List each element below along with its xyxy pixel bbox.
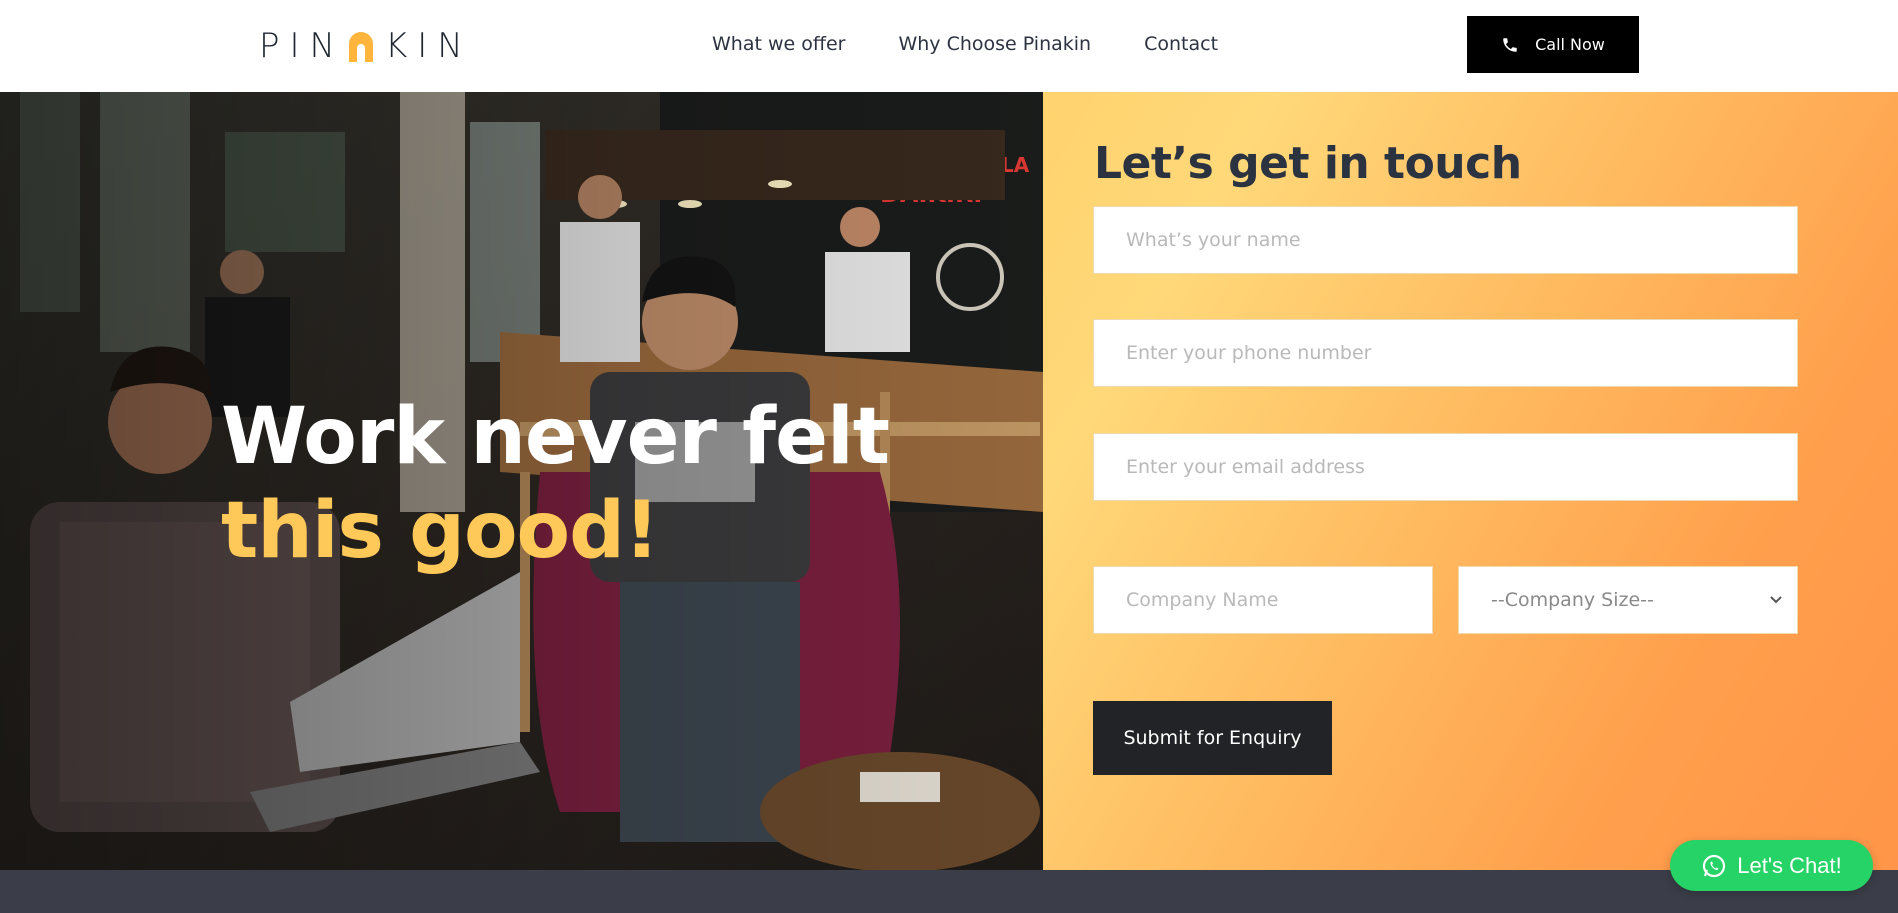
nav-why-choose-pinakin[interactable]: Why Choose Pinakin: [898, 30, 1091, 58]
email-field[interactable]: [1093, 433, 1798, 501]
call-now-label: Call Now: [1535, 35, 1605, 54]
logo-arch-icon: [347, 30, 375, 62]
nav-what-we-offer[interactable]: What we offer: [712, 30, 845, 58]
footer-strip: [0, 870, 1898, 913]
lets-chat-button[interactable]: Let's Chat!: [1670, 840, 1873, 891]
logo-text-left: PIN: [259, 26, 345, 66]
phone-input[interactable]: [1126, 320, 1797, 386]
main-nav: What we offer Why Choose Pinakin Contact: [712, 30, 1271, 58]
hero-title: Work never felt this good!: [221, 390, 890, 578]
lets-chat-label: Let's Chat!: [1737, 852, 1842, 878]
chevron-down-icon: [1769, 595, 1783, 605]
email-input[interactable]: [1126, 434, 1797, 500]
contact-heading: Let’s get in touch: [1094, 138, 1522, 189]
hero-title-line2: this good!: [221, 486, 660, 576]
hero-photo-panel: RODADA DUPLA DAIKIRI: [0, 92, 1043, 870]
phone-field[interactable]: [1093, 319, 1798, 387]
company-name-input[interactable]: [1126, 567, 1432, 633]
pinakin-logo[interactable]: PIN KIN: [259, 26, 473, 66]
logo-text-right: KIN: [384, 26, 473, 66]
company-size-value: --Company Size--: [1491, 589, 1654, 611]
name-input[interactable]: [1126, 207, 1797, 273]
site-header: PIN KIN What we offer Why Choose Pinakin…: [0, 0, 1898, 92]
company-name-field[interactable]: [1093, 566, 1433, 634]
submit-enquiry-button[interactable]: Submit for Enquiry: [1093, 701, 1332, 775]
company-size-select[interactable]: --Company Size--: [1458, 566, 1798, 634]
phone-icon: [1501, 36, 1519, 54]
nav-contact[interactable]: Contact: [1144, 30, 1218, 58]
whatsapp-icon: [1701, 853, 1727, 879]
hero-title-line1: Work never felt: [221, 392, 890, 482]
contact-panel: Let’s get in touch --Company Size-- Subm…: [1043, 92, 1898, 870]
call-now-button[interactable]: Call Now: [1467, 16, 1639, 73]
name-field[interactable]: [1093, 206, 1798, 274]
